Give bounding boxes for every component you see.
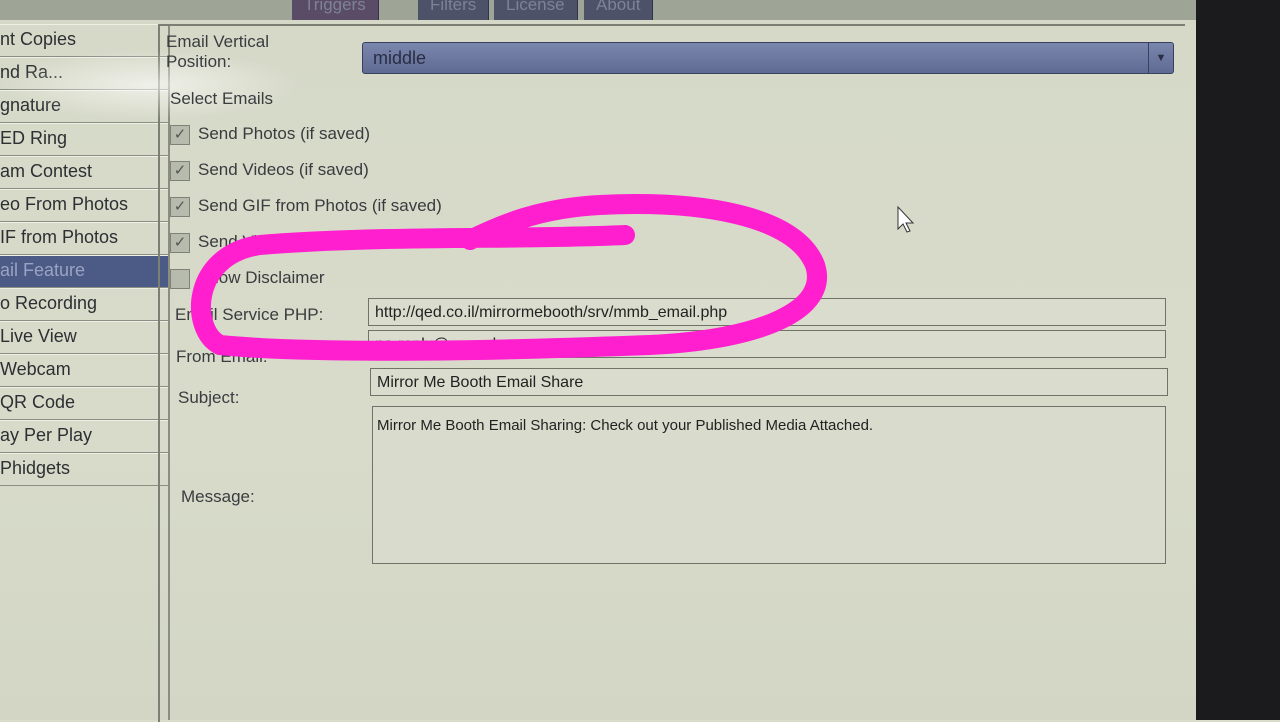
sidebar-item[interactable]: QR Code xyxy=(0,387,168,420)
from-email-input[interactable]: no-reply@cpanel.q... xyxy=(368,330,1166,358)
message-label: Message: xyxy=(181,487,255,506)
checkbox[interactable]: ✓ xyxy=(170,125,190,145)
subject-input[interactable]: Mirror Me Booth Email Share xyxy=(370,368,1168,396)
vertical-position-label: Email Vertical xyxy=(166,32,269,51)
vertical-position-select[interactable]: middle ▼ xyxy=(362,42,1174,74)
sidebar: nt Copiesnd Ra...gnatureED Ringam Contes… xyxy=(0,24,170,720)
chevron-down-icon[interactable]: ▼ xyxy=(1148,43,1173,73)
vertical-position-value: middle xyxy=(373,48,427,68)
checkbox-label: Send GIF from Photos (if saved) xyxy=(198,196,442,215)
sidebar-item[interactable]: Phidgets xyxy=(0,453,168,486)
screen-glare xyxy=(0,50,300,120)
checkbox-label: Send Vi... xyxy=(198,232,272,251)
monitor-bezel xyxy=(1196,0,1280,720)
tab-about[interactable]: About xyxy=(584,0,654,20)
php-input[interactable]: http://qed.co.il/mirrormebooth/srv/mmb_e… xyxy=(368,298,1166,326)
message-textarea[interactable]: Mirror Me Booth Email Sharing: Check out… xyxy=(372,406,1166,564)
sidebar-item[interactable]: IF from Photos xyxy=(0,222,168,255)
tab-filters[interactable]: Filters xyxy=(418,0,490,20)
sidebar-item[interactable]: Webcam xyxy=(0,354,168,387)
sidebar-item[interactable]: eo From Photos xyxy=(0,189,168,222)
sidebar-item[interactable]: ail Feature xyxy=(0,255,168,288)
tab-triggers[interactable]: Triggers xyxy=(292,0,379,20)
tab-license[interactable]: License xyxy=(494,0,578,20)
sidebar-item[interactable]: Live View xyxy=(0,321,168,354)
screen: Triggers Filters License About nt Copies… xyxy=(0,0,1196,722)
vertical-position-label-2: Position: xyxy=(166,52,232,71)
sidebar-item[interactable]: o Recording xyxy=(0,288,168,321)
sidebar-item[interactable]: am Contest xyxy=(0,156,168,189)
select-emails-label: Select Emails xyxy=(170,89,273,108)
php-label: Email Service PHP: xyxy=(175,305,324,324)
checkbox[interactable]: ✓ xyxy=(170,197,190,217)
checkbox[interactable]: ✓ xyxy=(170,161,190,181)
tab-bar: Triggers Filters License About xyxy=(0,0,1196,20)
checkbox-label: Show Disclaimer xyxy=(198,268,325,287)
subject-label: Subject: xyxy=(178,388,240,407)
checkbox-label: Send Photos (if saved) xyxy=(198,124,370,143)
sidebar-item[interactable]: ED Ring xyxy=(0,123,168,156)
checkbox[interactable] xyxy=(170,269,190,289)
checkbox-label: Send Videos (if saved) xyxy=(198,160,369,179)
from-email-label: From Email: xyxy=(176,347,268,366)
checkbox[interactable]: ✓ xyxy=(170,233,190,253)
sidebar-item[interactable]: ay Per Play xyxy=(0,420,168,453)
